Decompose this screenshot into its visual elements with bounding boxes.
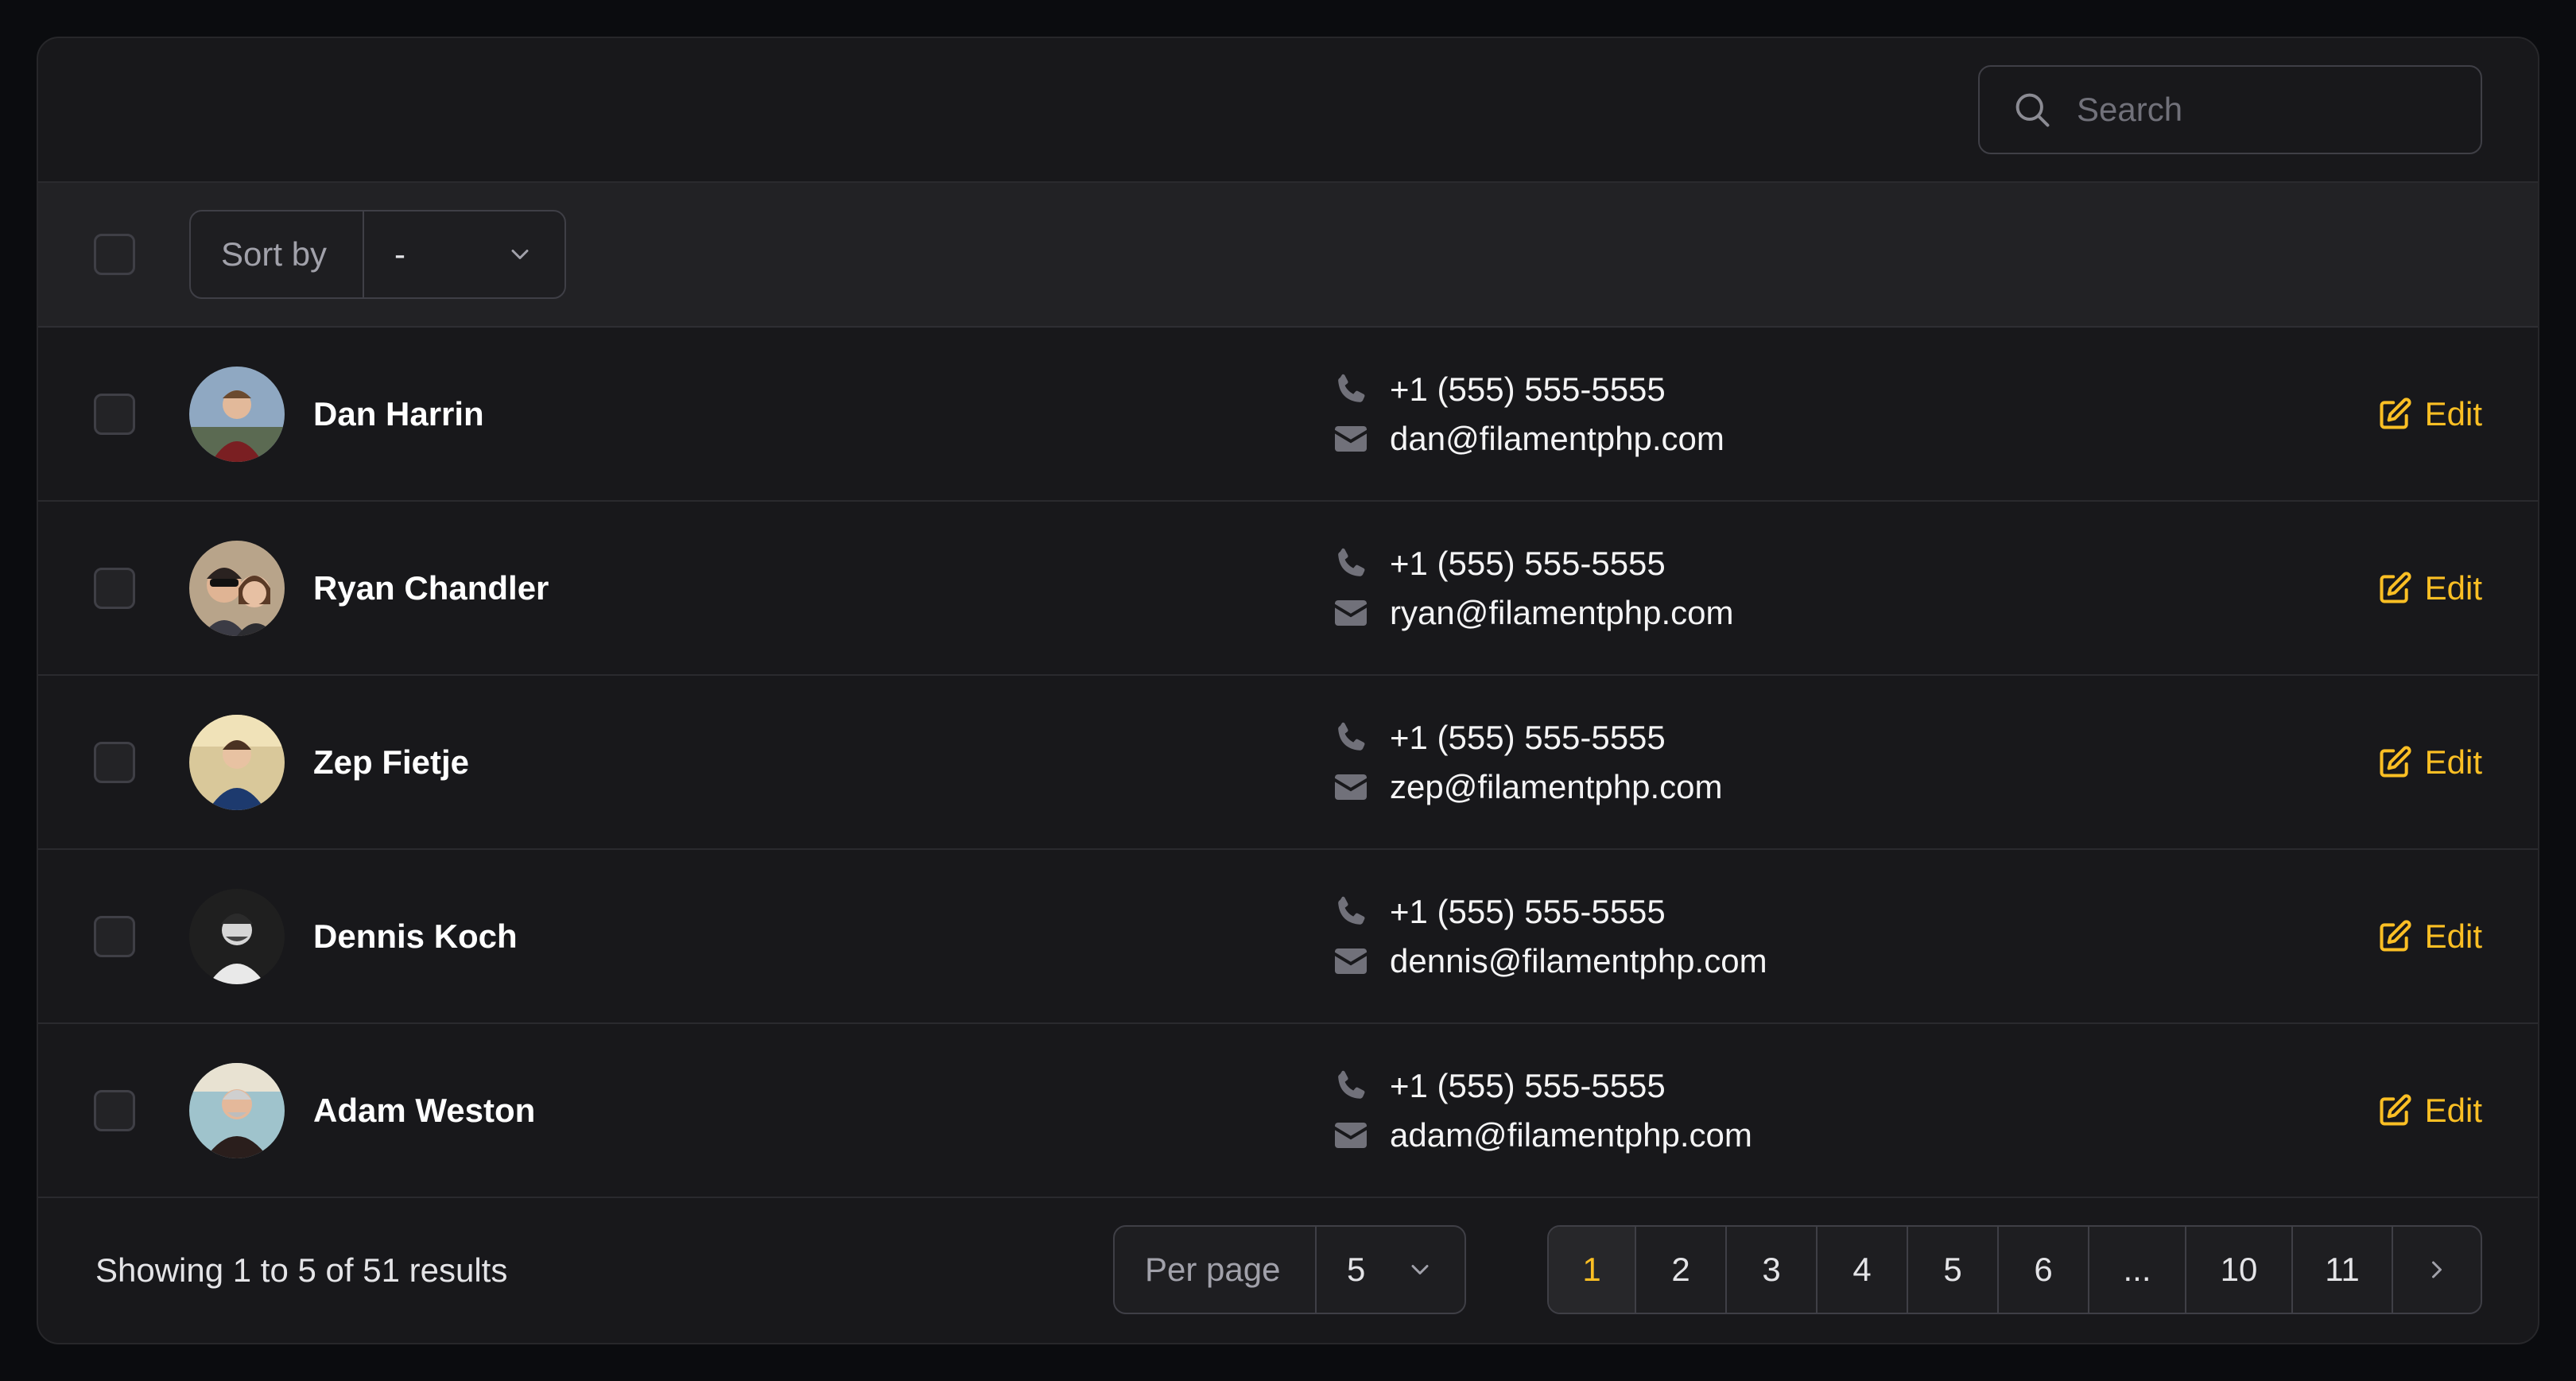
page-ellipsis: ... — [2089, 1227, 2186, 1313]
pencil-square-icon — [2380, 1093, 2411, 1126]
edit-button[interactable]: Edit — [2377, 569, 2482, 607]
row-contact: +1 (555) 555-5555 dan@filamentphp.com — [1329, 370, 1724, 459]
page-button-1[interactable]: 1 — [1549, 1227, 1636, 1313]
phone-icon — [1338, 722, 1365, 751]
envelope-icon — [1335, 1122, 1367, 1148]
row-checkbox[interactable] — [94, 567, 135, 609]
edit-label: Edit — [2424, 1091, 2482, 1129]
search-icon — [2015, 93, 2050, 127]
sort-label: Sort by — [191, 211, 364, 297]
table-header — [38, 38, 2538, 183]
row-phone: +1 (555) 555-5555 — [1390, 1066, 1666, 1104]
edit-button[interactable]: Edit — [2377, 917, 2482, 956]
edit-button[interactable]: Edit — [2377, 1092, 2482, 1130]
row-contact: +1 (555) 555-5555 dennis@filamentphp.com — [1329, 892, 1767, 981]
table-row[interactable]: Adam Weston +1 (555) 555-5555 adam@filam… — [38, 1024, 2538, 1198]
page-button-4[interactable]: 4 — [1818, 1227, 1908, 1313]
search-input[interactable] — [2077, 91, 2458, 129]
per-page-select[interactable]: Per page 5 — [1113, 1225, 1466, 1314]
edit-label: Edit — [2424, 917, 2482, 955]
phone-icon — [1338, 374, 1365, 402]
sort-select[interactable]: Sort by - — [189, 210, 566, 299]
row-phone: +1 (555) 555-5555 — [1390, 718, 1666, 756]
table-card: Sort by - Dan Harrin +1 (555) 555-5555 d… — [37, 37, 2539, 1344]
table-footer: Showing 1 to 5 of 51 results Per page 5 … — [38, 1198, 2538, 1343]
edit-label: Edit — [2424, 568, 2482, 607]
phone-icon — [1338, 896, 1365, 925]
row-checkbox[interactable] — [94, 915, 135, 957]
edit-button[interactable]: Edit — [2377, 743, 2482, 782]
pencil-square-icon — [2380, 571, 2411, 603]
avatar — [189, 888, 285, 984]
envelope-icon — [1335, 425, 1367, 452]
row-name: Adam Weston — [313, 1091, 536, 1129]
row-email: adam@filamentphp.com — [1390, 1115, 1752, 1154]
envelope-icon — [1335, 948, 1367, 974]
row-checkbox[interactable] — [94, 393, 135, 435]
per-page-label: Per page — [1115, 1227, 1317, 1313]
row-name: Zep Fietje — [313, 743, 470, 781]
row-contact: +1 (555) 555-5555 ryan@filamentphp.com — [1329, 544, 1734, 633]
row-name: Dennis Koch — [313, 917, 518, 955]
pagination: 1 2 3 4 5 6 ... 10 11 — [1547, 1225, 2482, 1314]
row-phone: +1 (555) 555-5555 — [1390, 544, 1666, 582]
next-page-button[interactable] — [2393, 1227, 2481, 1313]
results-summary: Showing 1 to 5 of 51 results — [95, 1251, 508, 1289]
phone-icon — [1338, 1070, 1365, 1099]
row-contact: +1 (555) 555-5555 adam@filamentphp.com — [1329, 1066, 1752, 1155]
pencil-square-icon — [2380, 745, 2411, 778]
page-button-3[interactable]: 3 — [1727, 1227, 1818, 1313]
pencil-square-icon — [2380, 919, 2411, 952]
page-button-6[interactable]: 6 — [1999, 1227, 2089, 1313]
edit-button[interactable]: Edit — [2377, 395, 2482, 433]
row-email: dennis@filamentphp.com — [1390, 941, 1767, 980]
page-button-2[interactable]: 2 — [1636, 1227, 1727, 1313]
row-email: ryan@filamentphp.com — [1390, 593, 1734, 631]
sort-value[interactable]: - — [364, 235, 564, 273]
row-checkbox[interactable] — [94, 741, 135, 783]
pencil-square-icon — [2380, 397, 2411, 429]
row-email: dan@filamentphp.com — [1390, 419, 1724, 457]
table-row[interactable]: Zep Fietje +1 (555) 555-5555 zep@filamen… — [38, 676, 2538, 850]
row-contact: +1 (555) 555-5555 zep@filamentphp.com — [1329, 718, 1723, 807]
select-all-checkbox[interactable] — [94, 234, 135, 275]
page-button-5[interactable]: 5 — [1908, 1227, 1999, 1313]
page-button-10[interactable]: 10 — [2186, 1227, 2293, 1313]
edit-label: Edit — [2424, 743, 2482, 781]
avatar — [189, 540, 285, 636]
envelope-icon — [1335, 774, 1367, 800]
table-row[interactable]: Dennis Koch +1 (555) 555-5555 dennis@fil… — [38, 850, 2538, 1024]
sort-current-value: - — [394, 235, 405, 273]
edit-label: Edit — [2424, 394, 2482, 433]
chevron-down-icon — [511, 250, 529, 259]
phone-icon — [1338, 548, 1365, 576]
row-phone: +1 (555) 555-5555 — [1390, 370, 1666, 408]
table-row[interactable]: Ryan Chandler +1 (555) 555-5555 ryan@fil… — [38, 502, 2538, 676]
table-toolbar: Sort by - — [38, 183, 2538, 328]
avatar — [189, 366, 285, 462]
row-name: Dan Harrin — [313, 394, 484, 433]
table-row[interactable]: Dan Harrin +1 (555) 555-5555 dan@filamen… — [38, 328, 2538, 502]
row-checkbox[interactable] — [94, 1089, 135, 1131]
avatar — [189, 1062, 285, 1158]
search-field[interactable] — [1978, 65, 2482, 154]
chevron-down-icon — [1411, 1265, 1429, 1274]
row-email: zep@filamentphp.com — [1390, 767, 1723, 805]
chevron-right-icon — [2432, 1261, 2442, 1278]
row-name: Ryan Chandler — [313, 568, 549, 607]
page-button-11[interactable]: 11 — [2293, 1227, 2393, 1313]
per-page-current: 5 — [1347, 1251, 1366, 1288]
avatar — [189, 714, 285, 810]
per-page-value[interactable]: 5 — [1317, 1251, 1465, 1289]
envelope-icon — [1335, 599, 1367, 626]
row-phone: +1 (555) 555-5555 — [1390, 892, 1666, 930]
